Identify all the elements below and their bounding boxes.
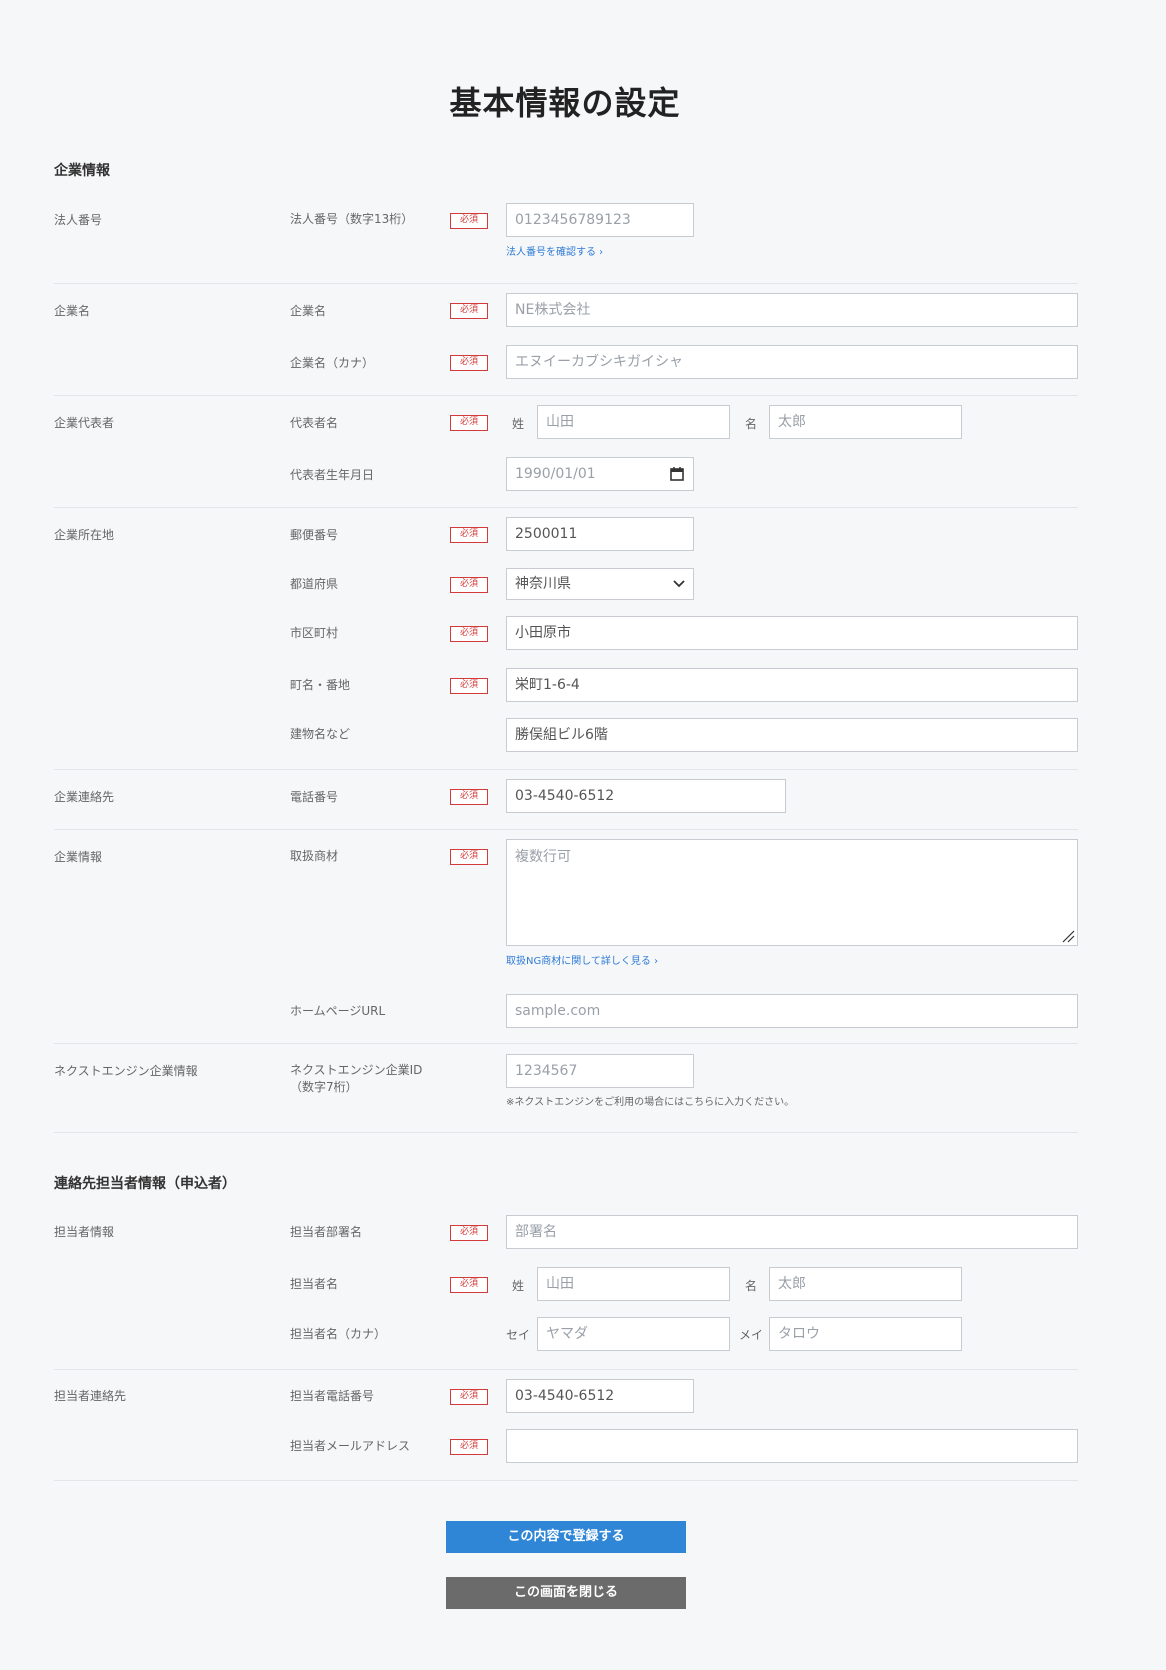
zip-input[interactable]: 2500011	[506, 517, 694, 551]
group-label-person-contact: 担当者連絡先	[54, 1389, 127, 1403]
building-input[interactable]: 勝俣組ビル6階	[506, 718, 1078, 752]
required-badge: 必須	[450, 213, 488, 229]
label-city: 市区町村	[290, 626, 339, 640]
label-rep-birth: 代表者生年月日	[290, 468, 375, 482]
label-zip: 郵便番号	[290, 528, 339, 542]
company-name-input[interactable]: NE株式会社	[506, 293, 1078, 327]
calendar-icon[interactable]	[669, 466, 685, 482]
ne-id-placeholder: 1234567	[515, 1063, 578, 1079]
person-mei-kana-prefix: メイ	[739, 1328, 764, 1342]
label-homepage: ホームページURL	[290, 1004, 386, 1018]
divider	[54, 1480, 1078, 1481]
products-textarea[interactable]: 複数行可	[506, 839, 1078, 946]
page-title: 基本情報の設定	[449, 84, 681, 122]
label-company-kana: 企業名（カナ）	[290, 356, 375, 370]
prefecture-value: 神奈川県	[515, 576, 571, 592]
label-rep-name: 代表者名	[290, 416, 339, 430]
required-badge: 必須	[450, 626, 488, 642]
products-ng-link[interactable]: 取扱NG商材に関して詳しく見る ›	[506, 952, 658, 967]
rep-sei-prefix: 姓	[512, 417, 525, 431]
label-person-name: 担当者名	[290, 1277, 339, 1291]
homepage-placeholder: sample.com	[515, 1003, 601, 1019]
group-label-company-contact: 企業連絡先	[54, 790, 115, 804]
group-label-person-info: 担当者情報	[54, 1225, 115, 1239]
label-products: 取扱商材	[290, 849, 339, 863]
divider	[54, 283, 1078, 284]
person-email-input[interactable]	[506, 1429, 1078, 1463]
label-person-phone: 担当者電話番号	[290, 1389, 375, 1403]
group-label-corp-number: 法人番号	[54, 213, 103, 227]
divider	[54, 829, 1078, 830]
dept-placeholder: 部署名	[515, 1224, 557, 1240]
required-badge: 必須	[450, 527, 488, 543]
person-sei-kana-prefix: セイ	[506, 1328, 531, 1342]
group-label-company-name: 企業名	[54, 304, 91, 318]
resize-handle-icon[interactable]	[1061, 929, 1075, 943]
label-prefecture: 都道府県	[290, 577, 339, 591]
person-mei-prefix: 名	[745, 1279, 758, 1293]
required-badge: 必須	[450, 415, 488, 431]
section-title-contact: 連絡先担当者情報（申込者）	[54, 1176, 236, 1192]
label-building: 建物名など	[290, 727, 351, 741]
person-phone-input[interactable]: 03-4540-6512	[506, 1379, 694, 1413]
products-placeholder: 複数行可	[515, 849, 571, 865]
required-badge: 必須	[450, 1277, 488, 1293]
rep-birth-value: 1990/01/01	[515, 466, 596, 482]
required-badge: 必須	[450, 678, 488, 694]
group-label-ne-info: ネクストエンジン企業情報	[54, 1064, 198, 1078]
rep-mei-input[interactable]: 太郎	[769, 405, 962, 439]
corp-number-check-link[interactable]: 法人番号を確認する ›	[506, 243, 603, 258]
street-input[interactable]: 栄町1-6-4	[506, 668, 1078, 702]
label-dept: 担当者部署名	[290, 1225, 363, 1239]
divider	[54, 395, 1078, 396]
group-label-address: 企業所在地	[54, 528, 115, 542]
label-company-name: 企業名	[290, 304, 327, 318]
rep-birth-input[interactable]: 1990/01/01	[506, 457, 694, 491]
divider	[54, 1369, 1078, 1370]
required-badge: 必須	[450, 789, 488, 805]
ne-id-input[interactable]: 1234567	[506, 1054, 694, 1088]
divider	[54, 769, 1078, 770]
city-input[interactable]: 小田原市	[506, 616, 1078, 650]
group-label-representative: 企業代表者	[54, 416, 115, 430]
close-button[interactable]: この画面を閉じる	[446, 1577, 686, 1609]
submit-button[interactable]: この内容で登録する	[446, 1521, 686, 1553]
divider	[54, 507, 1078, 508]
rep-mei-prefix: 名	[745, 417, 758, 431]
required-badge: 必須	[450, 1389, 488, 1405]
corp-number-input[interactable]: 0123456789123	[506, 203, 694, 237]
chevron-down-icon	[673, 579, 685, 589]
label-street: 町名・番地	[290, 678, 351, 692]
person-sei-input[interactable]: 山田	[537, 1267, 730, 1301]
ne-id-note: ※ネクストエンジンをご利用の場合にはこちらに入力ください。	[506, 1097, 795, 1108]
divider	[54, 1043, 1078, 1044]
company-kana-input[interactable]: エヌイーカブシキガイシャ	[506, 345, 1078, 379]
person-sei-prefix: 姓	[512, 1279, 525, 1293]
label-ne-id: ネクストエンジン企業ID （数字7桁）	[290, 1063, 423, 1094]
label-corp-number: 法人番号（数字13桁）	[290, 212, 414, 226]
label-person-email: 担当者メールアドレス	[290, 1439, 411, 1453]
person-sei-kana-input[interactable]: ヤマダ	[537, 1317, 730, 1351]
label-person-kana: 担当者名（カナ）	[290, 1327, 387, 1341]
required-badge: 必須	[450, 355, 488, 371]
phone-input[interactable]: 03-4540-6512	[506, 779, 786, 813]
required-badge: 必須	[450, 303, 488, 319]
divider	[54, 1132, 1078, 1133]
required-badge: 必須	[450, 1225, 488, 1241]
dept-input[interactable]: 部署名	[506, 1215, 1078, 1249]
label-phone: 電話番号	[290, 790, 339, 804]
prefecture-select[interactable]: 神奈川県	[506, 568, 694, 600]
required-badge: 必須	[450, 577, 488, 593]
person-mei-input[interactable]: 太郎	[769, 1267, 962, 1301]
required-badge: 必須	[450, 849, 488, 865]
rep-sei-input[interactable]: 山田	[537, 405, 730, 439]
required-badge: 必須	[450, 1439, 488, 1455]
section-title-company: 企業情報	[54, 163, 110, 179]
homepage-input[interactable]: sample.com	[506, 994, 1078, 1028]
person-mei-kana-input[interactable]: タロウ	[769, 1317, 962, 1351]
group-label-company-info: 企業情報	[54, 850, 103, 864]
